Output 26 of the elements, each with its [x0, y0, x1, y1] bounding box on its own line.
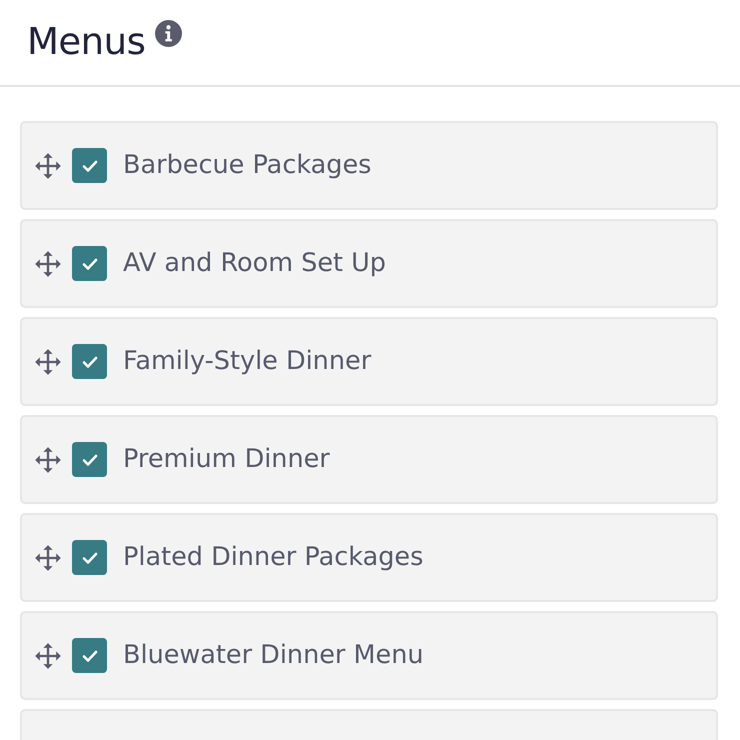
menu-row[interactable]: Family-Style Dinner	[20, 317, 718, 406]
page-title: Menus	[27, 19, 146, 65]
menu-row[interactable]: AV and Room Set Up	[20, 219, 718, 308]
menu-label: Premium Dinner	[123, 443, 330, 476]
move-icon[interactable]	[34, 348, 62, 376]
move-icon[interactable]	[34, 446, 62, 474]
checkbox[interactable]	[72, 148, 107, 183]
menu-row[interactable]: Premium Dinner	[20, 415, 718, 504]
checkbox[interactable]	[72, 638, 107, 673]
menu-row[interactable]: Plated Dinner Packages	[20, 513, 718, 602]
menu-row[interactable]: Barbecue Packages	[20, 121, 718, 210]
move-icon[interactable]	[34, 152, 62, 180]
menu-label: Plated Dinner Packages	[123, 541, 424, 574]
move-icon[interactable]	[34, 544, 62, 572]
checkbox[interactable]	[72, 540, 107, 575]
move-icon[interactable]	[34, 250, 62, 278]
menu-label: Barbecue Packages	[123, 149, 372, 182]
menu-label: Family-Style Dinner	[123, 345, 372, 378]
menu-row[interactable]: Bluewater Dinner Menu	[20, 611, 718, 700]
checkbox[interactable]	[72, 442, 107, 477]
checkbox[interactable]	[72, 344, 107, 379]
menu-label: AV and Room Set Up	[123, 247, 386, 280]
info-icon[interactable]	[155, 20, 182, 47]
checkbox[interactable]	[72, 246, 107, 281]
menu-label: Bluewater Dinner Menu	[123, 639, 424, 672]
move-icon[interactable]	[34, 642, 62, 670]
